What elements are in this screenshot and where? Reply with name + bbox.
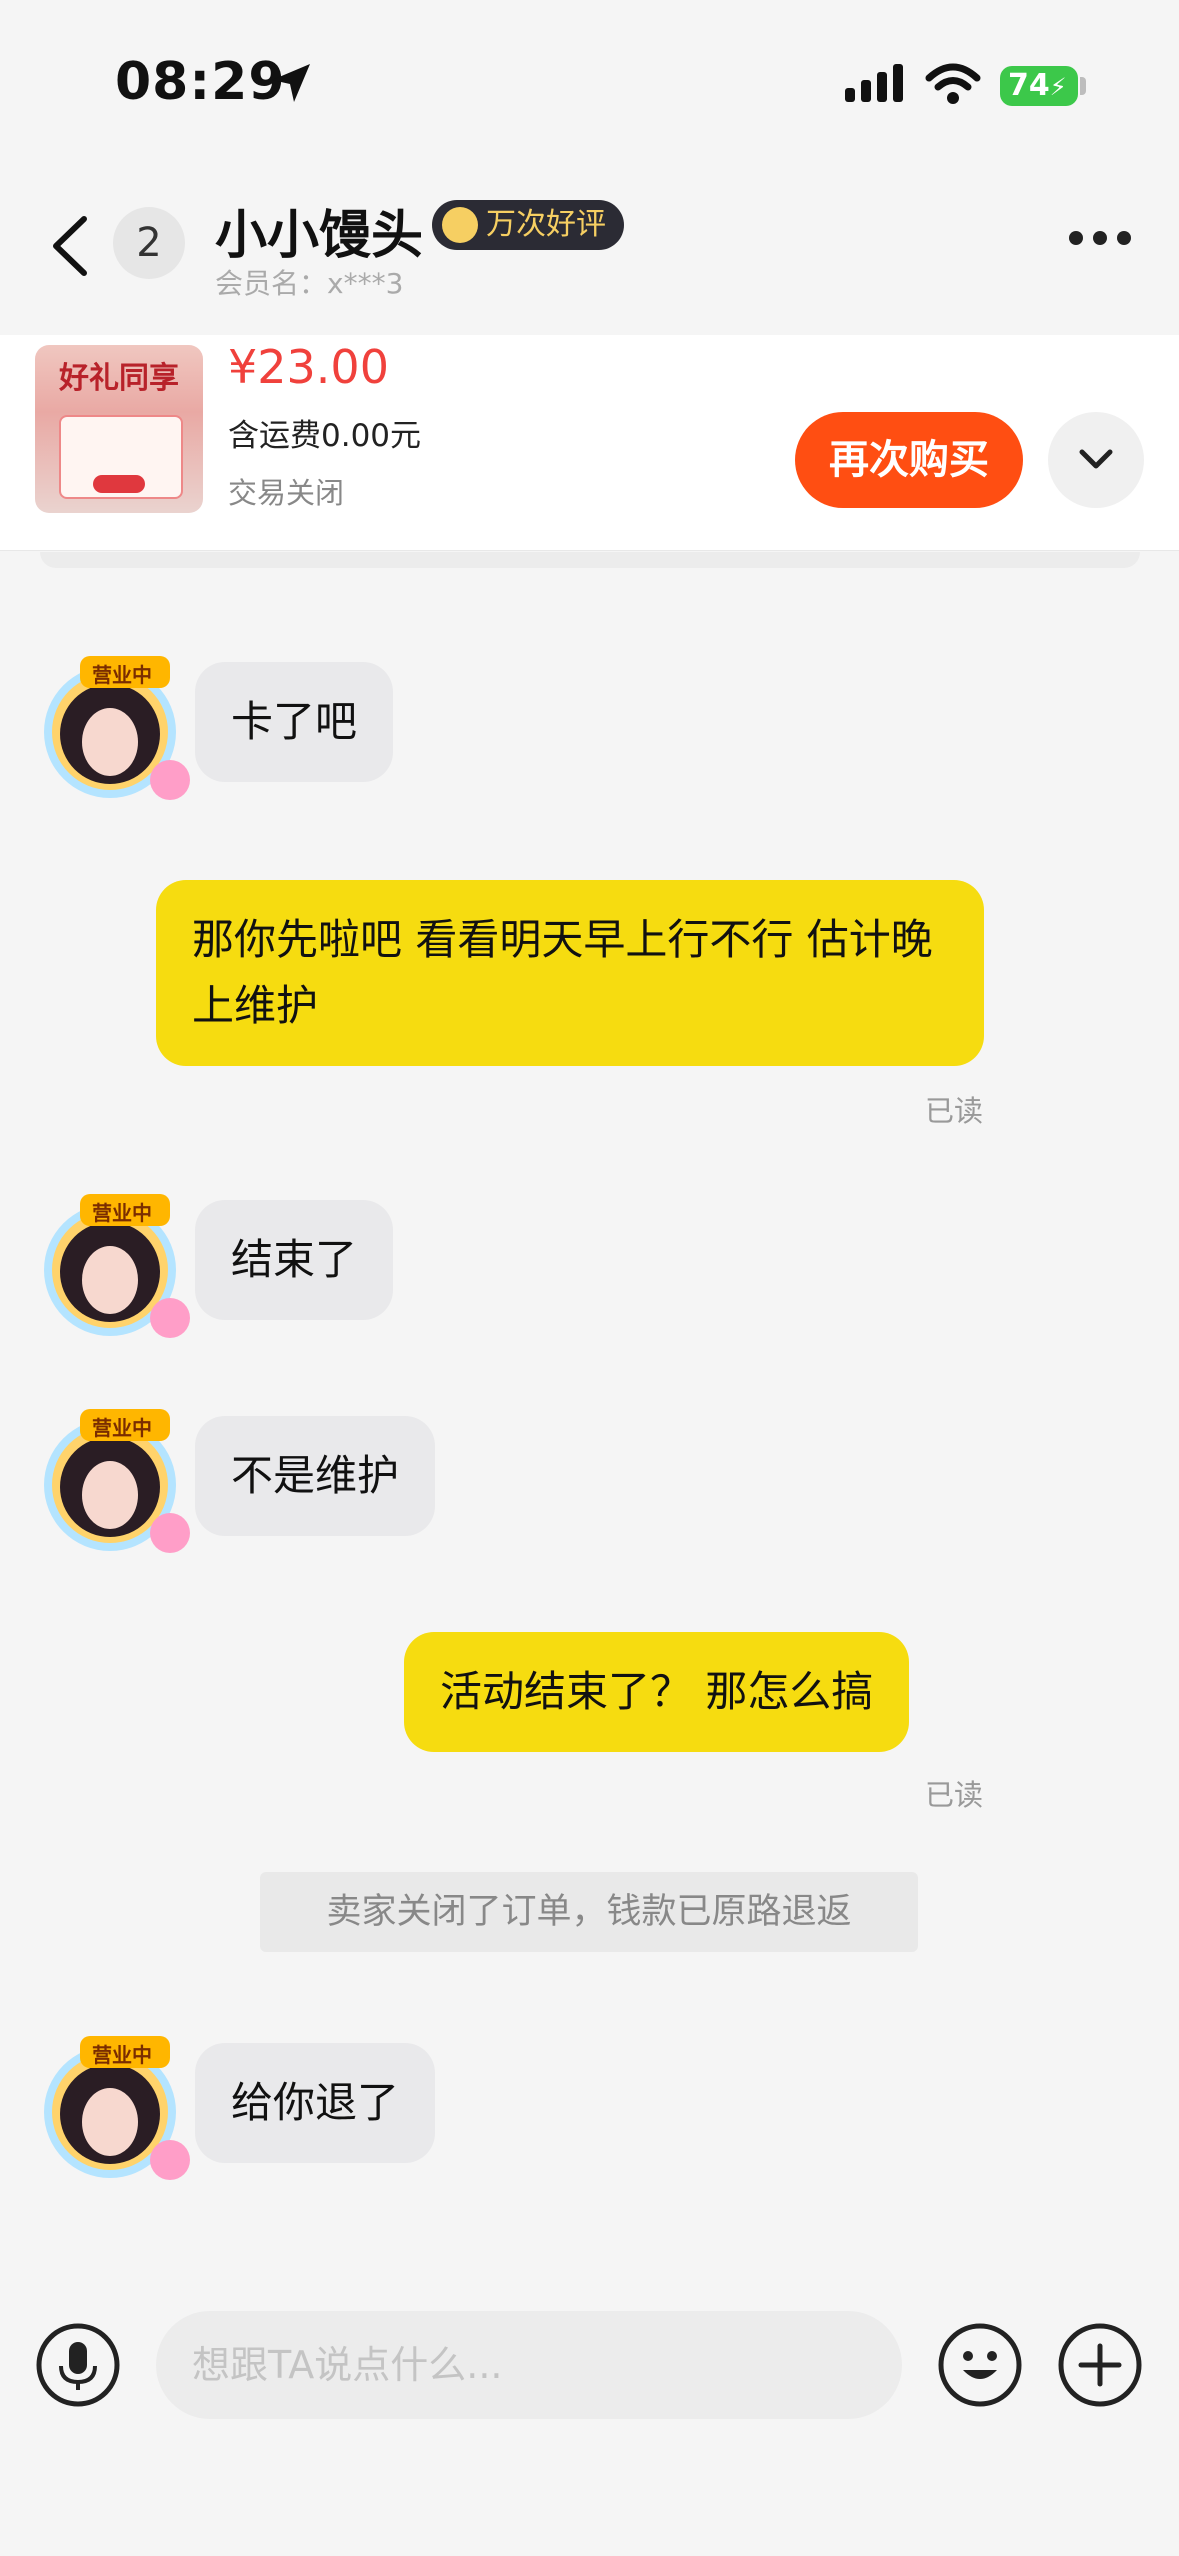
charging-bolt-icon: ⚡ — [1049, 73, 1067, 101]
back-chevron-icon[interactable] — [50, 215, 90, 277]
system-notice: 卖家关闭了订单，钱款已原路退返 — [260, 1872, 918, 1952]
read-receipt: 已读 — [925, 1094, 984, 1128]
product-thumbnail[interactable]: 好礼同享 — [35, 345, 203, 513]
battery-indicator: 74⚡ — [1000, 66, 1078, 106]
battery-cap — [1080, 77, 1086, 95]
status-time: 08:29 — [115, 52, 286, 112]
chat-title: 小小馒头 — [215, 206, 424, 266]
trade-status: 交易关闭 — [228, 476, 345, 510]
member-name: 会员名：x***3 — [215, 267, 404, 300]
avatar-badge-text: 营业中 — [92, 2043, 152, 2067]
add-attachment-icon[interactable] — [1057, 2322, 1143, 2408]
avatar-badge-text: 营业中 — [92, 663, 152, 687]
product-price: ¥23.00 — [228, 340, 389, 394]
card-divider — [40, 552, 1140, 568]
outgoing-message[interactable]: 那你先啦吧 看看明天早上行不行 估计晚上维护 — [156, 880, 984, 1066]
unread-count-badge[interactable]: 2 — [113, 207, 185, 279]
location-arrow-icon — [272, 64, 310, 102]
avatar-badge-text: 营业中 — [92, 1416, 152, 1440]
more-options-icon[interactable] — [1068, 230, 1132, 246]
voice-input-icon[interactable] — [35, 2322, 121, 2408]
battery-level: 74 — [1008, 68, 1050, 103]
emoji-icon[interactable] — [937, 2322, 1023, 2408]
seller-avatar[interactable]: 营业中 — [40, 650, 195, 805]
rating-badge-label: 万次好评 — [486, 207, 606, 242]
incoming-message[interactable]: 结束了 — [195, 1200, 394, 1320]
seller-avatar[interactable]: 营业中 — [40, 1188, 195, 1343]
incoming-message[interactable]: 卡了吧 — [195, 662, 394, 782]
thumbnail-button-graphic — [93, 475, 145, 493]
expand-card-button[interactable] — [1048, 412, 1144, 508]
product-thumbnail-text: 好礼同享 — [59, 361, 179, 396]
rating-badge[interactable]: 万次好评 — [432, 200, 624, 250]
message-input[interactable] — [156, 2311, 902, 2419]
thumbs-up-icon — [442, 207, 478, 243]
outgoing-message[interactable]: 活动结束了？ 那怎么搞 — [404, 1632, 910, 1752]
cellular-signal-icon — [845, 64, 903, 102]
rebuy-button[interactable]: 再次购买 — [795, 412, 1023, 508]
read-receipt: 已读 — [925, 1778, 984, 1812]
shipping-fee: 含运费0.00元 — [228, 418, 422, 454]
incoming-message[interactable]: 给你退了 — [195, 2043, 436, 2163]
wifi-icon — [925, 63, 981, 104]
incoming-message[interactable]: 不是维护 — [195, 1416, 436, 1536]
chevron-down-icon — [1079, 449, 1113, 469]
seller-avatar[interactable]: 营业中 — [40, 2030, 195, 2185]
avatar-badge-text: 营业中 — [92, 1201, 152, 1225]
seller-avatar[interactable]: 营业中 — [40, 1403, 195, 1558]
status-bar: 08:29 74⚡ — [0, 0, 1179, 170]
